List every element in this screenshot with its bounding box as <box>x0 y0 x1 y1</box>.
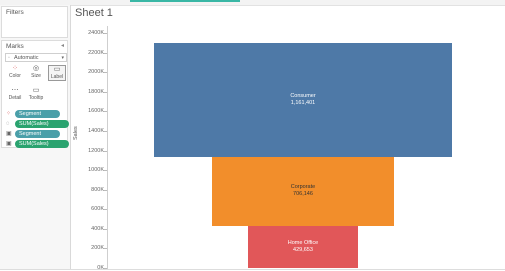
y-tick-mark <box>104 130 107 132</box>
funnel-bar-consumer[interactable]: Consumer 1,161,401 <box>154 43 452 157</box>
tooltip-icon: ▭ <box>32 87 40 94</box>
label-icon: ▭ <box>53 66 61 73</box>
color-icon: ⁘ <box>12 65 18 72</box>
mark-type-value: Automatic <box>14 55 39 61</box>
y-tick-mark <box>104 189 107 191</box>
segment-color-pill[interactable]: Segment <box>15 110 60 118</box>
bar-value-label: 1,161,401 <box>290 99 316 106</box>
y-tick-label: 2000K <box>88 69 104 76</box>
y-tick-label: 2200K <box>88 49 104 56</box>
funnel-bar-home-office[interactable]: Home Office 429,653 <box>247 225 359 268</box>
y-tick-mark <box>104 91 107 93</box>
color-button[interactable]: ⁘ Color <box>6 65 24 81</box>
color-button-label: Color <box>9 73 21 79</box>
detail-button-label: Detail <box>8 95 22 101</box>
left-pane: Filters Marks ◂ ▫ Automatic ▾ ⁘ Color ◎ … <box>0 5 71 270</box>
sales-tooltip-pill[interactable]: SUM(Sales) <box>15 120 69 128</box>
sheet-title[interactable]: Sheet 1 <box>75 7 113 19</box>
bar-value-label: 706,146 <box>293 191 313 198</box>
detail-icon: ⋯ <box>11 87 19 94</box>
tooltip-button[interactable]: ▭ Tooltip <box>27 87 45 103</box>
bar-category-label: Corporate <box>290 184 316 191</box>
tooltip-icon: ◌ <box>6 121 10 127</box>
detail-button[interactable]: ⋯ Detail <box>6 87 24 103</box>
y-tick-label: 1800K <box>88 88 104 95</box>
y-tick-mark <box>104 209 107 211</box>
mark-type-icon: ▫ <box>8 55 10 61</box>
segment-label-pill[interactable]: Segment <box>15 130 60 138</box>
size-icon: ◎ <box>32 65 40 72</box>
y-tick-mark <box>104 72 107 74</box>
y-tick-label: 1600K <box>88 108 104 115</box>
marks-pill-row: ▣ Segment <box>5 130 70 138</box>
marks-pill-row: ⁘ Segment <box>5 110 70 118</box>
label-button-label: Label <box>50 74 64 80</box>
y-tick-label: 0K <box>97 265 104 271</box>
sales-label-pill[interactable]: SUM(Sales) <box>15 140 69 148</box>
filters-card[interactable]: Filters <box>1 6 68 38</box>
y-tick-mark <box>104 52 107 54</box>
bar-data-label: Home Office 429,653 <box>248 240 358 254</box>
marks-pill-row: ▣ SUM(Sales) <box>5 140 70 148</box>
y-tick-label: 1000K <box>88 167 104 174</box>
y-tick-label: 1400K <box>88 127 104 134</box>
bar-data-label: Corporate 706,146 <box>212 184 393 198</box>
funnel-bar-corporate[interactable]: Corporate 706,146 <box>212 156 394 226</box>
y-tick-label: 600K <box>91 206 104 213</box>
y-tick-mark <box>104 111 107 113</box>
tooltip-button-label: Tooltip <box>28 95 44 101</box>
size-button-label: Size <box>31 73 41 79</box>
filters-title: Filters <box>6 9 24 16</box>
y-tick-label: 400K <box>91 225 104 232</box>
marks-pill-row: ◌ SUM(Sales) <box>5 120 70 128</box>
bar-category-label: Home Office <box>287 239 319 246</box>
y-tick-mark <box>104 33 107 34</box>
bar-data-label: Consumer 1,161,401 <box>154 93 452 107</box>
label-button[interactable]: ▭ Label <box>48 65 66 81</box>
toolbar-strip <box>0 0 505 6</box>
y-tick-label: 1200K <box>88 147 104 154</box>
marks-card: Marks ◂ ▫ Automatic ▾ ⁘ Color ◎ Size ▭ L… <box>1 40 70 148</box>
y-tick-mark <box>104 170 107 172</box>
y-tick-mark <box>104 228 107 230</box>
y-tick-label: 2400K <box>88 30 104 36</box>
bar-value-label: 429,653 <box>293 246 313 253</box>
y-tick-label: 200K <box>91 245 104 252</box>
size-button[interactable]: ◎ Size <box>27 65 45 81</box>
y-axis-line <box>107 26 108 270</box>
label-icon: ▣ <box>6 131 12 137</box>
bar-category-label: Consumer <box>290 92 316 99</box>
active-tab-highlight <box>130 0 240 2</box>
label-icon: ▣ <box>6 141 12 147</box>
y-tick-mark <box>104 150 107 152</box>
mark-type-dropdown[interactable]: ▫ Automatic ▾ <box>5 53 67 62</box>
y-tick-mark <box>104 248 107 250</box>
color-icon: ⁘ <box>6 111 12 117</box>
y-tick-label: 800K <box>91 186 104 193</box>
marks-title: Marks <box>6 43 24 50</box>
marks-menu-icon[interactable]: ◂ <box>61 42 64 49</box>
chevron-down-icon: ▾ <box>61 55 64 61</box>
